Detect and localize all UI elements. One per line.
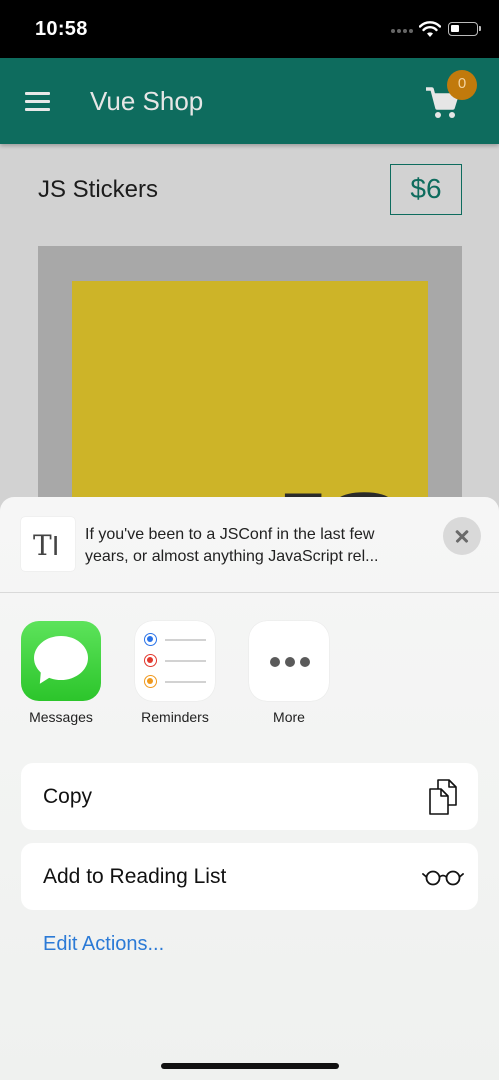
copy-icon xyxy=(429,779,457,815)
glasses-icon xyxy=(422,870,464,886)
menu-icon[interactable] xyxy=(25,92,50,111)
copy-action[interactable]: Copy xyxy=(21,763,478,830)
home-indicator[interactable] xyxy=(161,1063,339,1069)
shared-text-line-1: If you've been to a JSConf in the last f… xyxy=(85,526,375,543)
reminders-label: Reminders xyxy=(141,709,209,725)
reminder-item-orange xyxy=(144,675,206,689)
status-time: 10:58 xyxy=(35,18,88,40)
add-to-reading-list-label: Add to Reading List xyxy=(43,865,227,888)
app-bar: Vue Shop xyxy=(0,58,499,144)
product-title: JS Stickers xyxy=(38,176,159,203)
cart-count-badge: 0 xyxy=(447,70,477,100)
reminder-item-blue xyxy=(144,633,206,647)
add-to-reading-list-action[interactable]: Add to Reading List xyxy=(21,843,478,910)
ellipsis-icon xyxy=(270,657,310,667)
reminder-item-red xyxy=(144,654,206,668)
shared-text-line-2: years, or almost anything JavaScript rel… xyxy=(85,548,379,565)
product-image: JS xyxy=(38,246,462,506)
shared-text-preview: If you've been to a JSConf in the last f… xyxy=(85,524,425,568)
messages-label: Messages xyxy=(29,709,93,725)
reminders-app-button[interactable] xyxy=(135,621,215,701)
js-logo: JS xyxy=(72,281,428,506)
text-format-icon: TI xyxy=(33,529,60,562)
app-title: Vue Shop xyxy=(90,86,204,116)
messages-app-button[interactable] xyxy=(21,621,101,701)
text-preview-thumbnail: TI xyxy=(21,517,75,571)
divider xyxy=(0,592,499,593)
product-price: $6 xyxy=(390,164,462,215)
wifi-icon xyxy=(419,21,441,37)
battery-icon xyxy=(448,22,481,36)
share-sheet: TI If you've been to a JSConf in the las… xyxy=(0,497,499,1080)
status-bar: 10:58 xyxy=(0,0,499,58)
close-button[interactable] xyxy=(443,517,481,555)
more-app-button[interactable] xyxy=(249,621,329,701)
copy-label: Copy xyxy=(43,785,93,808)
more-label: More xyxy=(273,709,305,725)
edit-actions-link[interactable]: Edit Actions... xyxy=(43,933,164,956)
cellular-signal-icon xyxy=(391,29,415,35)
